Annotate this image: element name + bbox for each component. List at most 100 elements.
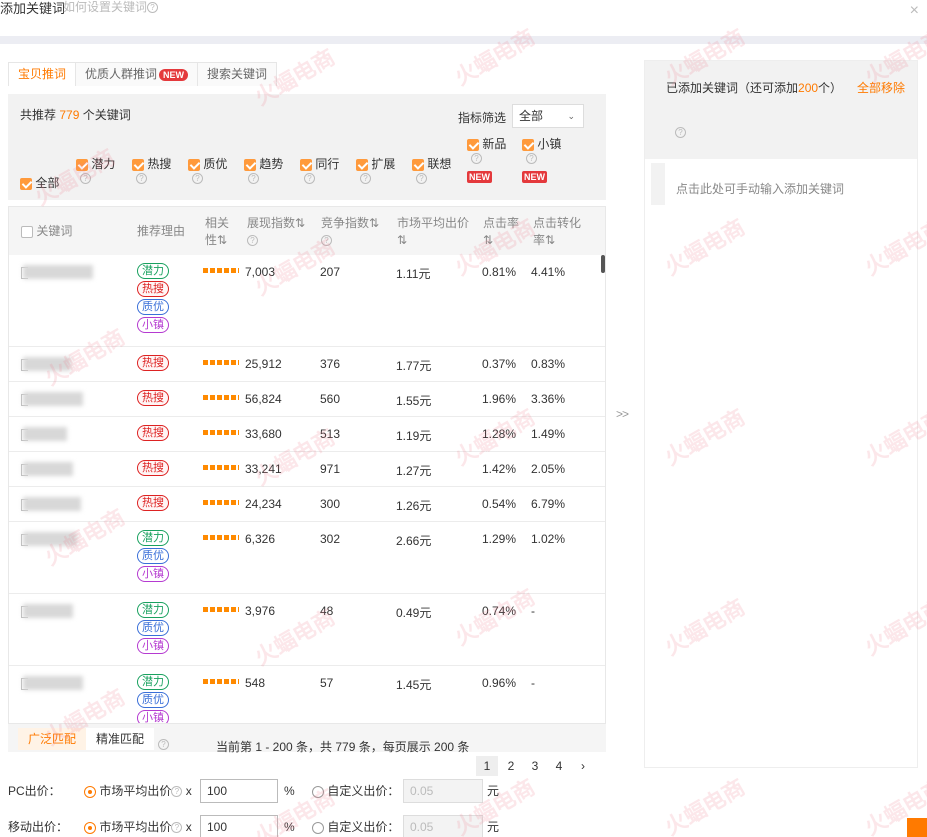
keyword-table: 关键词 推荐理由 相关 性⇅ 展现指数⇅? 竞争指数⇅? 市场平均出价 ⇅ 点击率 ⇅… [8,206,606,724]
impression-value: 56,824 [245,392,282,406]
dialog-header: 添加关键词 如何设置关键词? × [0,0,927,36]
pc-custom-bid-input[interactable]: 0.05 [403,779,483,803]
col-ctr[interactable]: 点击率 ⇅ [483,215,519,249]
chevron-down-icon: ⌄ [567,111,575,121]
mobile-custom-bid-option[interactable]: 自定义出价： [312,815,399,837]
page-3[interactable]: 3 [524,756,546,776]
next-page-icon[interactable]: › [572,756,594,776]
keyword-text-blurred [23,265,93,279]
percent-label: % [284,784,295,798]
checkbox-icon [188,158,200,171]
cvr-value: 4.41% [531,265,566,279]
avg-bid-value: 1.19元 [396,429,432,443]
corner-action-button[interactable] [907,818,927,837]
filter-panel: 共推荐 779 个关键词 指标筛选 全部 ⌄ 全部 潜力? 热搜? 质优? 趋势?… [8,94,606,200]
impression-value: 7,003 [245,265,276,279]
pc-bid-row: PC出价： 市场平均出价? x 100 % 自定义出价： 0.05 元 [8,779,608,803]
reason-tags: 潜力 热搜 质优 小镇 [137,263,169,335]
close-icon[interactable]: × [910,2,919,20]
filter-extend[interactable]: 扩展? [356,155,395,184]
reason-tags: 热搜 [137,495,169,513]
metric-filter-label: 指标筛选 [458,111,507,125]
added-keywords-panel: 已添加关键词（还可添加200个） 全部移除 ? 点击此处可手动输入添加关键词 [644,60,918,768]
pagination: 1 2 3 4 › [476,756,596,776]
help-icon: ? [416,173,427,184]
page-2[interactable]: 2 [500,756,522,776]
help-icon: ? [136,173,147,184]
avg-bid-value: 1.26元 [396,499,432,513]
added-keywords-header: 已添加关键词（还可添加200个） 全部移除 ? [645,61,917,159]
col-avg-bid[interactable]: 市场平均出价 ⇅ [397,215,469,249]
page-4[interactable]: 4 [548,756,570,776]
table-row[interactable]: 潜力 质优 小镇 6,326 302 2.66元 1.29% 1.02% [9,522,605,594]
remove-all-button[interactable]: 全部移除 [857,79,905,96]
table-row[interactable]: 热搜 33,680 513 1.19元 1.28% 1.49% [9,417,605,452]
help-link[interactable]: 如何设置关键词? [63,0,159,15]
relevance-stars [203,360,239,365]
col-competition[interactable]: 竞争指数⇅? [321,215,379,249]
ctr-value: 0.96% [482,676,517,690]
keyword-text-blurred [23,532,77,546]
relevance-stars [203,465,239,470]
filter-town[interactable]: 小镇? NEW [522,135,561,183]
cvr-value: 1.02% [531,532,566,546]
metric-filter-select[interactable]: 全部 ⌄ [512,104,584,128]
filter-quality[interactable]: 质优? [188,155,227,184]
table-row[interactable]: 潜力 质优 小镇 3,976 48 0.49元 0.74% - [9,594,605,666]
table-row[interactable]: 潜力 质优 小镇 548 57 1.45元 0.96% - [9,666,605,723]
filter-hot[interactable]: 热搜? [132,155,171,184]
table-row[interactable]: 热搜 25,912 376 1.77元 0.37% 0.83% [9,347,605,382]
reason-tag: 潜力 [137,674,169,690]
table-row[interactable]: 热搜 56,824 560 1.55元 1.96% 3.36% [9,382,605,417]
table-row[interactable]: 热搜 33,241 971 1.27元 1.42% 2.05% [9,452,605,487]
filter-peer[interactable]: 同行? [300,155,339,184]
pc-percent-input[interactable]: 100 [200,779,278,803]
filter-all[interactable]: 全部 [20,174,59,191]
keyword-text-blurred [23,427,67,441]
col-cvr[interactable]: 点击转化 率⇅ [533,215,581,249]
avg-bid-value: 1.45元 [396,678,432,692]
filter-potential[interactable]: 潜力? [76,155,115,184]
reason-tag: 热搜 [137,390,169,406]
reason-tags: 潜力 质优 小镇 [137,602,169,656]
mobile-bid-label: 移动出价： [8,820,69,834]
col-impression[interactable]: 展现指数⇅? [247,215,305,249]
relevance-stars [203,607,239,612]
manual-input-area[interactable] [651,163,665,205]
broad-match-tab[interactable]: 广泛匹配 [18,728,87,750]
exact-match-tab[interactable]: 精准匹配 [86,728,155,750]
pc-custom-bid-option[interactable]: 自定义出价： [312,779,399,803]
manual-input-hint[interactable]: 点击此处可手动输入添加关键词 [676,180,844,197]
help-icon: ? [171,822,183,834]
select-all-keywords[interactable]: 关键词 [21,223,72,240]
help-icon: ? [192,173,203,184]
reason-tags: 潜力 质优 小镇 [137,530,169,584]
reason-tag: 热搜 [137,495,169,511]
mobile-market-bid-option[interactable]: 市场平均出价? x [84,815,192,837]
filter-trend[interactable]: 趋势? [244,155,283,184]
tab-audience-recommend[interactable]: 优质人群推词 NEW [75,62,199,86]
table-row[interactable]: 潜力 热搜 质优 小镇 7,003 207 1.11元 0.81% 4.41% [9,255,605,347]
help-icon: ? [360,173,371,184]
page-1[interactable]: 1 [476,756,498,776]
cvr-value: - [531,604,535,618]
table-row[interactable]: 热搜 24,234 300 1.26元 0.54% 6.79% [9,487,605,522]
mobile-custom-bid-input[interactable]: 0.05 [403,815,483,837]
tab-item-recommend[interactable]: 宝贝推词 [8,62,77,86]
filter-associate[interactable]: 联想? [412,155,451,184]
table-scrollbar[interactable] [601,255,605,273]
tab-search-keyword[interactable]: 搜索关键词 [197,62,278,86]
impression-value: 3,976 [245,604,276,618]
cvr-value: 1.49% [531,427,566,441]
relevance-stars [203,268,239,273]
add-arrow-icon[interactable]: >> [616,407,629,421]
mobile-percent-input[interactable]: 100 [200,815,278,837]
reason-tag: 小镇 [137,566,169,582]
filter-new-product[interactable]: 新品? NEW [467,135,506,183]
col-relevance[interactable]: 相关 性⇅ [205,215,229,249]
pc-market-bid-option[interactable]: 市场平均出价? x [84,779,192,803]
help-icon: ? [171,786,183,798]
help-icon: ? [158,739,169,750]
relevance-stars [203,679,239,684]
relevance-stars [203,395,239,400]
